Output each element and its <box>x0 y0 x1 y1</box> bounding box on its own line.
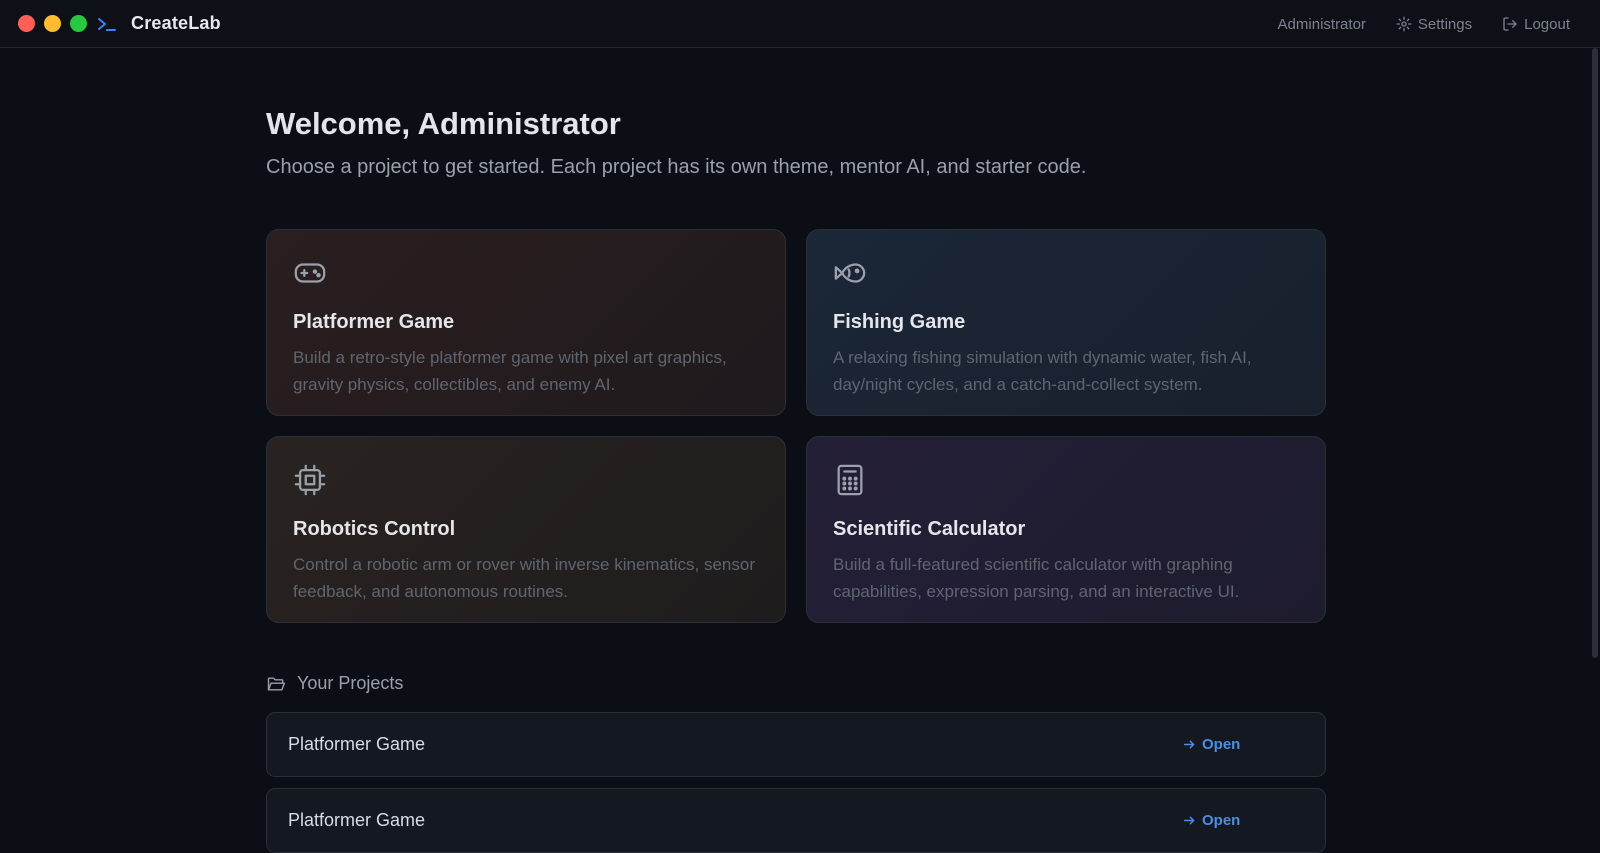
app-name: CreateLab <box>131 13 221 33</box>
logout-icon <box>1503 17 1517 31</box>
calculator-icon <box>837 464 863 496</box>
logout-link[interactable]: Logout <box>1502 16 1570 33</box>
gamepad-icon <box>294 263 326 283</box>
current-user: Administrator <box>1277 15 1366 33</box>
project-name: Platformer Game <box>288 734 426 754</box>
page-title: Welcome, Administrator <box>266 106 621 141</box>
template-title: Platformer Game <box>293 311 455 333</box>
template-card-fishing[interactable]: Fishing Game A relaxing fishing simulati… <box>806 229 1326 416</box>
template-title: Scientific Calculator <box>833 518 1026 540</box>
main-content: Welcome, Administrator Choose a project … <box>266 48 1326 853</box>
projects-heading-label: Your Projects <box>297 673 404 693</box>
settings-label: Settings <box>1417 15 1473 33</box>
open-project-button[interactable]: Open <box>1183 736 1240 753</box>
minimize-window-button[interactable] <box>44 15 61 32</box>
settings-link[interactable]: Settings <box>1396 16 1472 33</box>
open-label: Open <box>1202 736 1241 753</box>
template-description: Build a retro-style platformer game with… <box>293 348 727 394</box>
window-controls <box>18 15 87 32</box>
cpu-icon <box>294 464 326 496</box>
logout-label: Logout <box>1524 15 1570 33</box>
project-row[interactable]: Platformer Game Open <box>266 788 1326 853</box>
scrollbar-thumb[interactable] <box>1592 48 1598 658</box>
folder-open-icon <box>267 676 286 691</box>
open-project-button[interactable]: Open <box>1183 812 1240 829</box>
app-brand[interactable]: CreateLab <box>97 13 221 34</box>
page-subtitle: Choose a project to get started. Each pr… <box>266 156 1087 178</box>
projects-heading: Your Projects <box>266 673 403 694</box>
arrow-right-icon <box>1183 816 1195 825</box>
title-bar: CreateLab Administrator Settings Logout <box>0 0 1600 48</box>
project-row[interactable]: Platformer Game Open <box>266 712 1326 777</box>
open-label: Open <box>1202 812 1241 829</box>
template-title: Fishing Game <box>833 311 966 333</box>
page-scrollbar[interactable] <box>1590 48 1600 853</box>
fish-icon <box>834 263 866 283</box>
template-card-robotics[interactable]: Robotics Control Control a robotic arm o… <box>266 436 786 623</box>
maximize-window-button[interactable] <box>70 15 87 32</box>
template-description: Control a robotic arm or rover with inve… <box>293 555 755 601</box>
project-name: Platformer Game <box>288 810 426 830</box>
terminal-icon <box>98 17 116 31</box>
template-description: A relaxing fishing simulation with dynam… <box>833 348 1252 394</box>
top-nav: Administrator Settings Logout <box>1278 0 1570 48</box>
template-title: Robotics Control <box>293 518 456 540</box>
arrow-right-icon <box>1183 740 1195 749</box>
template-card-calculator[interactable]: Scientific Calculator Build a full-featu… <box>806 436 1326 623</box>
gear-icon <box>1396 16 1412 32</box>
close-window-button[interactable] <box>18 15 35 32</box>
template-card-platformer[interactable]: Platformer Game Build a retro-style plat… <box>266 229 786 416</box>
template-description: Build a full-featured scientific calcula… <box>833 555 1240 601</box>
